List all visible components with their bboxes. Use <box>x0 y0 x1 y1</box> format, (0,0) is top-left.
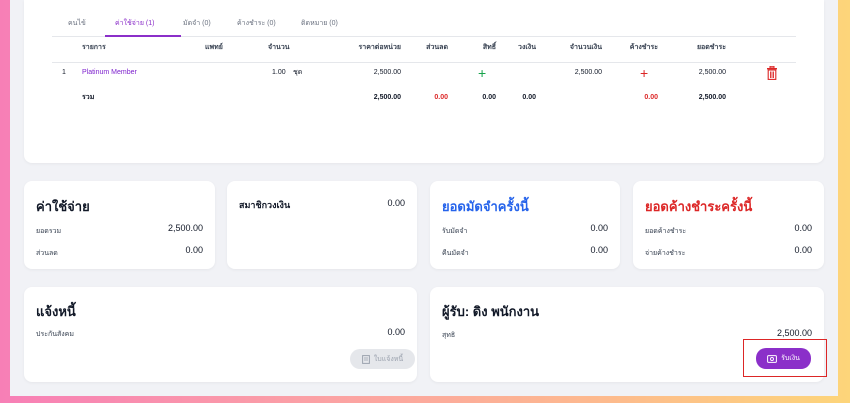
app-stage: คนไข้ ค่าใช้จ่าย (1) มัดจำ (0) ค้างชำระ … <box>10 0 838 396</box>
invoice-fee-label: ประกันสังคม <box>36 331 74 338</box>
invoice-button-label: ใบแจ้งหนี้ <box>373 355 404 363</box>
sum-cash: 0.00 <box>522 94 536 101</box>
tab-expenses[interactable]: ค่าใช้จ่าย (1) <box>105 10 181 37</box>
col-doctor: แพทย์ <box>205 44 223 51</box>
table-header: รายการ แพทย์ จำนวน ราคาต่อหน่วย ส่วนลด ส… <box>52 38 796 63</box>
expenses-card: ค่าใช้จ่าย ยอดรวม 2,500.00 ส่วนลด 0.00 <box>24 181 215 269</box>
tab-deposit[interactable]: มัดจำ (0) <box>183 10 237 36</box>
tab-outstanding[interactable]: ค้างชำระ (0) <box>237 10 301 36</box>
table-summary-row: รวม 2,500.00 0.00 0.00 0.00 0.00 2,500.0… <box>52 88 796 112</box>
col-qty: จำนวน <box>268 44 290 51</box>
outstanding-title: ยอดค้างชำระครั้งนี้ <box>645 199 753 214</box>
deposit-refund-value: 0.00 <box>590 245 608 255</box>
expenses-title: ค่าใช้จ่าย <box>36 199 90 214</box>
table-row: 1 Platinum Member 1.00 ชุด 2,500.00 + 2,… <box>52 63 796 87</box>
member-value: 0.00 <box>387 198 405 208</box>
net-value: 2,500.00 <box>776 328 812 338</box>
sum-rights: 0.00 <box>482 94 496 101</box>
col-amount: จำนวนเงิน <box>569 44 602 51</box>
net-label: สุทธิ <box>442 332 456 339</box>
col-unit-price: ราคาต่อหน่วย <box>358 44 402 51</box>
sum-unit-price: 2,500.00 <box>373 94 401 101</box>
expenses-total-label: ยอดรวม <box>36 228 62 235</box>
invoice-fee-value: 0.00 <box>387 327 405 337</box>
billing-table-card: คนไข้ ค่าใช้จ่าย (1) มัดจำ (0) ค้างชำระ … <box>24 0 824 163</box>
outstanding-pay-label: จ่ายค้างชำระ <box>645 250 686 257</box>
col-discount: ส่วนลด <box>426 44 448 51</box>
deposit-receive-value: 0.00 <box>590 223 608 233</box>
row-total: 2,500.00 <box>698 69 726 76</box>
col-outstanding: ค้างชำระ <box>629 44 658 51</box>
payer-title: ผู้รับ: ดิง พนักงาน <box>442 304 540 319</box>
expenses-discount-value: 0.00 <box>185 245 203 255</box>
invoice-title: แจ้งหนี้ <box>36 304 76 319</box>
tab-patient[interactable]: คนไข้ <box>68 10 100 36</box>
invoice-button[interactable]: ใบแจ้งหนี้ <box>350 349 415 369</box>
add-rights-icon[interactable]: + <box>478 63 486 83</box>
col-cash: วงเงิน <box>518 44 536 51</box>
row-amount: 2,500.00 <box>574 69 602 76</box>
row-qty: 1.00 <box>272 69 286 76</box>
add-outstanding-icon[interactable]: + <box>640 63 648 83</box>
row-unit-price: 2,500.00 <box>373 69 401 76</box>
outstanding-balance-value: 0.00 <box>794 223 812 233</box>
tab-bar: คนไข้ ค่าใช้จ่าย (1) มัดจำ (0) ค้างชำระ … <box>52 10 796 37</box>
deposit-card: ยอดมัดจำครั้งนี้ รับมัดจำ 0.00 คืนมัดจำ … <box>430 181 620 269</box>
trash-icon[interactable] <box>766 66 778 80</box>
member-title: สมาชิกวงเงิน <box>239 200 291 210</box>
col-total: ยอดชำระ <box>696 44 726 51</box>
outstanding-pay-value: 0.00 <box>794 245 812 255</box>
deposit-receive-label: รับมัดจำ <box>442 228 468 235</box>
outstanding-balance-label: ยอดค้างชำระ <box>645 228 687 235</box>
deposit-title: ยอดมัดจำครั้งนี้ <box>442 199 529 214</box>
row-item-link[interactable]: Platinum Member <box>82 63 137 83</box>
outstanding-card: ยอดค้างชำระครั้งนี้ ยอดค้างชำระ 0.00 จ่า… <box>633 181 824 269</box>
tab-notes[interactable]: ติดหมาย (0) <box>301 10 361 36</box>
sum-label: รวม <box>82 94 95 101</box>
invoice-card: แจ้งหนี้ ประกันสังคม 0.00 ใบแจ้งหนี้ <box>24 287 417 382</box>
sum-total: 2,500.00 <box>698 94 726 101</box>
document-icon <box>361 354 370 364</box>
sum-outstanding: 0.00 <box>644 94 658 101</box>
row-unit: ชุด <box>293 69 303 76</box>
member-credit-card: สมาชิกวงเงิน 0.00 <box>227 181 417 269</box>
expenses-discount-label: ส่วนลด <box>36 250 58 257</box>
sum-discount: 0.00 <box>434 94 448 101</box>
highlight-box <box>743 339 827 377</box>
col-rights: สิทธิ์ <box>482 44 496 51</box>
col-item: รายการ <box>82 44 106 51</box>
deposit-refund-label: คืนมัดจำ <box>442 250 469 257</box>
row-number: 1 <box>62 69 66 76</box>
expenses-total-value: 2,500.00 <box>167 223 203 233</box>
